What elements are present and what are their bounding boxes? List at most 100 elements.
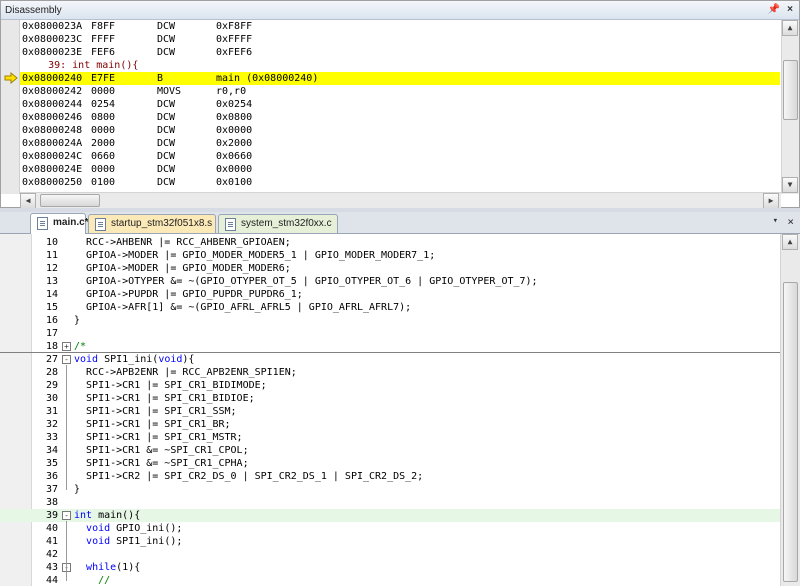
disassembly-vertical-scrollbar[interactable]: ▲ ▼ (781, 20, 799, 194)
scroll-thumb[interactable] (40, 194, 100, 207)
expand-fold-icon[interactable]: + (62, 342, 71, 351)
disassembly-horizontal-scrollbar[interactable]: ◀ ▶ (20, 192, 781, 209)
mnemonic: MOVS (157, 86, 182, 97)
code-text: } (74, 484, 81, 495)
code-line[interactable]: 13 GPIOA->OTYPER &= ~(GPIO_OTYPER_OT_5 |… (0, 275, 780, 288)
line-number: 36 (45, 471, 58, 482)
instruction-row[interactable]: 0x0800024E 0000 DCW 0x0000 (20, 163, 780, 176)
instruction-row[interactable]: 0x08000246 0800 DCW 0x0800 (20, 111, 780, 124)
code-text: GPIOA->OTYPER &= ~(GPIO_OTYPER_OT_5 | GP… (74, 276, 538, 287)
code-line[interactable]: 30 SPI1->CR1 |= SPI_CR1_BIDIOE; (0, 392, 780, 405)
editor-tab-bar: main.c* startup_stm32f051x8.s system_stm… (0, 212, 800, 234)
scroll-right-button[interactable]: ▶ (763, 193, 779, 209)
file-icon (95, 218, 106, 231)
scroll-down-button[interactable]: ▼ (782, 177, 798, 193)
opcode: F8FF (91, 21, 116, 32)
code-line[interactable]: 27- void SPI1_ini(void){ (0, 353, 780, 366)
code-line[interactable]: 41 void SPI1_ini(); (0, 535, 780, 548)
close-tab-icon[interactable]: × (787, 215, 794, 228)
code-line[interactable]: 36 SPI1->CR2 |= SPI_CR2_DS_0 | SPI_CR2_D… (0, 470, 780, 483)
code-line[interactable]: 18 +/* (0, 340, 780, 353)
code-line[interactable]: 38 (0, 496, 780, 509)
keyword: while (86, 562, 117, 573)
address: 0x0800023C (22, 34, 83, 45)
code-line[interactable]: 29 SPI1->CR1 |= SPI_CR1_BIDIMODE; (0, 379, 780, 392)
scroll-thumb[interactable] (783, 60, 798, 120)
operand: main (0x08000240) (216, 73, 319, 84)
line-number: 16 (45, 315, 58, 326)
code-line[interactable]: 43- while(1){ (0, 561, 780, 574)
tab-startup-s[interactable]: startup_stm32f051x8.s (88, 214, 216, 233)
code-text: RCC->AHBENR |= RCC_AHBENR_GPIOAEN; (74, 237, 291, 248)
code-line[interactable]: 28 RCC->APB2ENR |= RCC_APB2ENR_SPI1EN; (0, 366, 780, 379)
collapse-fold-icon[interactable]: - (62, 355, 71, 364)
tab-list-dropdown-icon[interactable]: ▾ (773, 216, 778, 226)
mnemonic: DCW (157, 151, 176, 162)
editor-vertical-scrollbar[interactable]: ▲ (780, 234, 800, 586)
opcode: 2000 (91, 138, 116, 149)
code-line[interactable]: 42 (0, 548, 780, 561)
instruction-row[interactable]: 0x08000244 0254 DCW 0x0254 (20, 98, 780, 111)
line-number: 33 (45, 432, 58, 443)
code-text: SPI1->CR1 |= SPI_CR1_BIDIMODE; (74, 380, 267, 391)
code-line[interactable]: 14 GPIOA->PUPDR |= GPIO_PUPDR_PUPDR6_1; (0, 288, 780, 301)
operand: 0xFFFF (216, 34, 253, 45)
code-line[interactable]: 35 SPI1->CR1 &= ~SPI_CR1_CPHA; (0, 457, 780, 470)
address: 0x08000242 (22, 86, 83, 97)
code-line[interactable]: 16} (0, 314, 780, 327)
instruction-row[interactable]: 0x08000250 0100 DCW 0x0100 (20, 176, 780, 189)
tab-main-c[interactable]: main.c* (30, 213, 89, 234)
instruction-row[interactable]: 0x08000240 E7FE Bmain (0x08000240) (20, 72, 780, 85)
code-line[interactable]: 12 GPIOA->MODER |= GPIO_MODER_MODER6; (0, 262, 780, 275)
operand: 0x0254 (216, 99, 253, 110)
instruction-row[interactable]: 0x08000248 0000 DCW 0x0000 (20, 124, 780, 137)
instruction-row[interactable]: 0x0800023E FEF6 DCW 0xFEF6 (20, 46, 780, 59)
code-text: SPI1->CR1 |= SPI_CR1_BR; (74, 419, 231, 430)
code-text: void SPI1_ini(); (86, 536, 183, 547)
instruction-row[interactable]: 0x0800023A F8FF DCW 0xF8FF (20, 20, 780, 33)
code-line[interactable]: 34 SPI1->CR1 &= ~SPI_CR1_CPOL; (0, 444, 780, 457)
code-text: int main(){ (74, 510, 141, 521)
address: 0x0800024E (22, 164, 83, 175)
scroll-left-button[interactable]: ◀ (20, 193, 36, 209)
instruction-row[interactable]: 0x0800023C FFFF DCW 0xFFFF (20, 33, 780, 46)
scroll-thumb[interactable] (783, 282, 798, 582)
source-line[interactable]: 39: int main(){ (20, 59, 780, 72)
code-line[interactable]: 32 SPI1->CR1 |= SPI_CR1_BR; (0, 418, 780, 431)
code-line[interactable]: 17 (0, 327, 780, 340)
code-line[interactable]: 11 GPIOA->MODER |= GPIO_MODER_MODER5_1 |… (0, 249, 780, 262)
scroll-up-button[interactable]: ▲ (782, 20, 798, 36)
collapse-fold-icon[interactable]: - (62, 511, 71, 520)
line-number: 40 (45, 523, 58, 534)
line-number: 38 (45, 497, 58, 508)
code-editor[interactable]: 10 RCC->AHBENR |= RCC_AHBENR_GPIOAEN; 11 … (0, 234, 800, 586)
code-line[interactable]: 15 GPIOA->AFR[1] &= ~(GPIO_AFRL_AFRL5 | … (0, 301, 780, 314)
code-lines[interactable]: 10 RCC->AHBENR |= RCC_AHBENR_GPIOAEN; 11 … (0, 234, 780, 586)
code-line[interactable]: 33 SPI1->CR1 |= SPI_CR1_MSTR; (0, 431, 780, 444)
code-text: RCC->APB2ENR |= RCC_APB2ENR_SPI1EN; (74, 367, 297, 378)
code-line[interactable]: 39- int main(){ (0, 509, 780, 522)
code-line[interactable]: 10 RCC->AHBENR |= RCC_AHBENR_GPIOAEN; (0, 236, 780, 249)
code-text: GPIOA->MODER |= GPIO_MODER_MODER5_1 | GP… (74, 250, 436, 261)
code-line[interactable]: 37} (0, 483, 780, 496)
tab-system-c[interactable]: system_stm32f0xx.c (218, 214, 338, 233)
opcode: 0000 (91, 86, 116, 97)
code-text: /* (74, 341, 87, 352)
scroll-up-button[interactable]: ▲ (782, 234, 798, 250)
operand: 0x0000 (216, 164, 253, 175)
disassembly-listing[interactable]: 0x0800023A F8FF DCW 0xF8FF 0x0800023C FFFF DCW… (20, 20, 780, 194)
code-text: void SPI1_ini(void){ (74, 354, 195, 365)
instruction-row[interactable]: 0x0800024A 2000 DCW 0x2000 (20, 137, 780, 150)
keyword: int (74, 510, 93, 521)
pin-icon[interactable]: 📌 (767, 3, 781, 17)
code-line[interactable]: 31 SPI1->CR1 |= SPI_CR1_SSM; (0, 405, 780, 418)
keyword: void (86, 523, 111, 534)
close-icon[interactable]: × (783, 3, 797, 17)
instruction-row[interactable]: 0x0800024C 0660 DCW 0x0660 (20, 150, 780, 163)
opcode: 0100 (91, 177, 116, 188)
code-line[interactable]: 44 // (0, 574, 780, 586)
instruction-row[interactable]: 0x08000242 0000 MOVS r0,r0 (20, 85, 780, 98)
code-line[interactable]: 40 void GPIO_ini(); (0, 522, 780, 535)
line-number: 43 (45, 562, 58, 573)
address: 0x0800024A (22, 138, 83, 149)
